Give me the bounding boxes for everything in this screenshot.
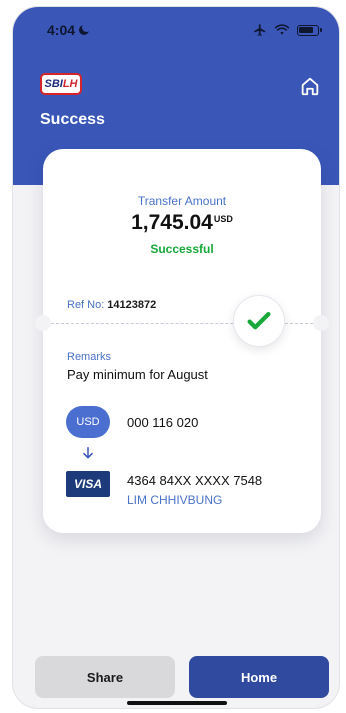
transfer-amount: 1,745.04USD	[43, 211, 321, 235]
page-title: Success	[40, 111, 105, 128]
status-bar: 4:04	[13, 17, 339, 43]
remarks-value: Pay minimum for August	[67, 367, 208, 382]
status-right	[253, 23, 322, 37]
card-notch-right	[313, 315, 329, 331]
battery-icon	[297, 24, 322, 36]
card-holder-name: LIM CHHIVBUNG	[127, 493, 223, 507]
moon-icon	[79, 23, 92, 35]
airplane-icon	[254, 24, 266, 36]
down-arrow-icon	[83, 446, 93, 459]
receipt-card: Transfer Amount 1,745.04USD Successful R…	[43, 149, 321, 533]
card-number: 4364 84XX XXXX 7548	[127, 473, 263, 488]
amount-currency: USD	[213, 214, 233, 224]
visa-card-badge: VISA	[66, 471, 110, 497]
ref-value: 14123872	[107, 299, 157, 311]
status-time: 4:04	[47, 22, 76, 38]
reference-number: Ref No: 14123872	[67, 299, 156, 311]
transfer-amount-label: Transfer Amount	[137, 194, 227, 208]
phone-screen: 4:04 SBI LH Success Transfer Amount 1,745…	[12, 6, 340, 709]
logo-text-accent: LH	[62, 78, 78, 90]
status-left: 4:04	[47, 22, 92, 38]
bank-logo: SBI LH	[40, 73, 82, 95]
from-currency-badge: USD	[66, 406, 110, 438]
transfer-status: Successful	[150, 242, 214, 256]
success-check-badge	[233, 295, 285, 347]
check-icon	[247, 312, 271, 330]
from-account-number: 000 116 020	[127, 415, 199, 430]
wifi-icon	[275, 24, 289, 35]
remarks-label: Remarks	[67, 351, 112, 363]
home-icon[interactable]	[299, 75, 321, 97]
amount-value: 1,745.04	[131, 211, 213, 234]
share-button[interactable]: Share	[35, 656, 175, 698]
home-indicator	[127, 701, 227, 705]
card-notch-left	[35, 315, 51, 331]
home-button[interactable]: Home	[189, 656, 329, 698]
logo-text: SBI	[44, 78, 63, 90]
ref-label: Ref No:	[67, 299, 105, 311]
